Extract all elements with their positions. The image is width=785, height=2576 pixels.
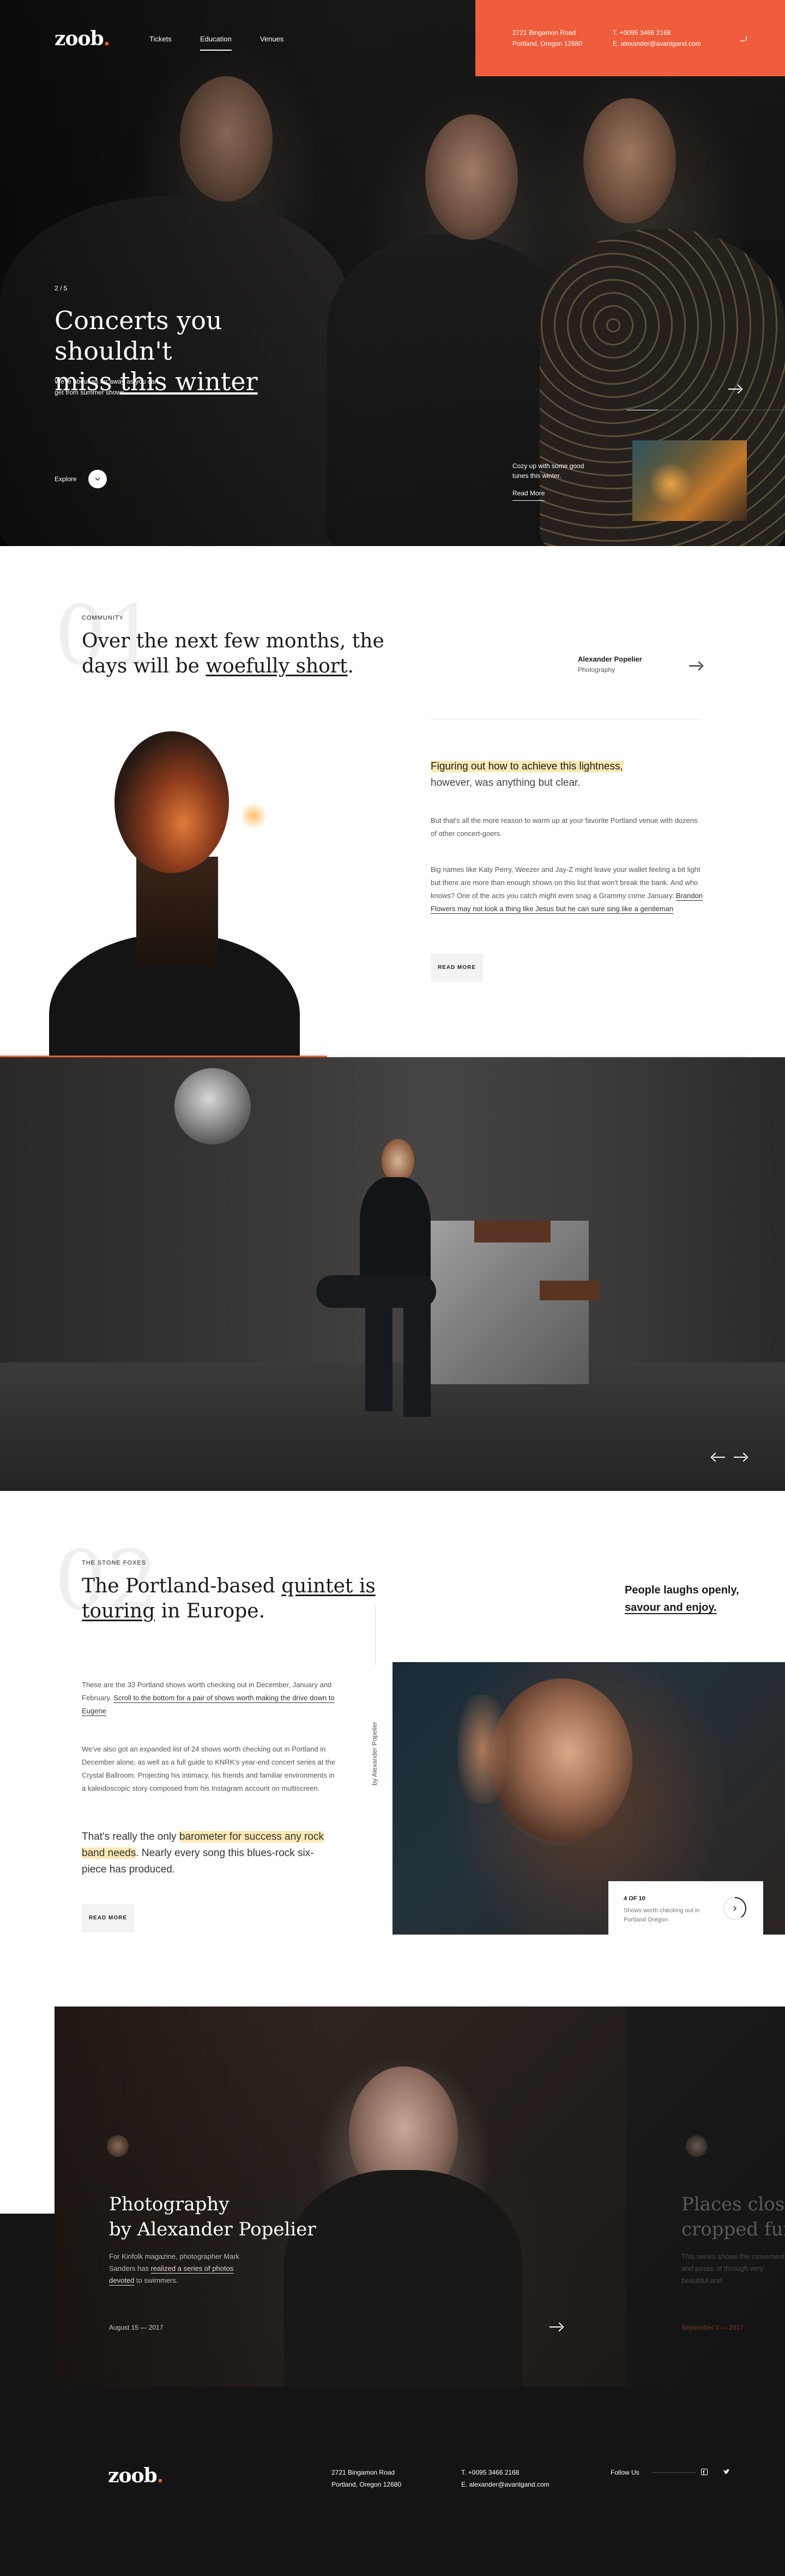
section-eyebrow: Community	[82, 615, 124, 621]
arrow-right-icon	[734, 1453, 748, 1462]
arrow-right-icon	[550, 2323, 564, 2331]
stone-paragraph-1: These are the 33 Portland shows worth ch…	[82, 1681, 335, 1715]
header-address-line1: 2721 Bingamon Road	[512, 29, 576, 37]
community-paragraph-2: Big names like Katy Perry, Weezer and Ja…	[431, 865, 703, 913]
footer: zoob. 2721 Bingamon Road Portland, Orego…	[0, 2387, 785, 2576]
hero-card-thumbnail[interactable]	[632, 440, 747, 521]
nav-venues[interactable]: Venues	[260, 35, 283, 43]
twitter-icon[interactable]	[723, 2468, 730, 2476]
smoker-portrait	[33, 726, 311, 1057]
divider	[431, 719, 701, 720]
footer-address-line2: Portland, Oregon 12680	[331, 2481, 402, 2488]
wooden-box-2	[540, 1281, 600, 1300]
stone-paragraph-2: We've also got an expanded list of 24 sh…	[82, 1745, 335, 1792]
pull-quote: People laughs openly, savour and enjoy.	[625, 1584, 739, 1614]
next-slide-date: September 3 — 2017	[681, 2324, 744, 2331]
arrow-right-icon	[728, 385, 742, 393]
chevron-down-icon	[88, 470, 107, 488]
next-slide-title: Places close cropped fun	[681, 2193, 785, 2240]
section-title: The Portland-based quintet is touring in…	[82, 1575, 376, 1622]
hero-slide-counter: 2 / 5	[55, 284, 68, 292]
header-email[interactable]: E. alexander@avantgand.com	[613, 38, 701, 49]
woman-photo-banner	[0, 1057, 785, 1491]
seated-woman	[283, 1139, 458, 1433]
community-paragraph-1: But that's all the more reason to warm u…	[431, 816, 698, 838]
header-address-line2: Portland, Oregon 12680	[512, 40, 583, 47]
community-section: 01 Community Over the next few months, t…	[0, 546, 747, 1057]
nav-tickets[interactable]: Tickets	[149, 35, 172, 43]
menu-icon[interactable]	[740, 34, 748, 41]
next-slide-description: This series shows the movements and pose…	[681, 2252, 785, 2284]
footer-logo[interactable]: zoob.	[108, 2464, 164, 2487]
footer-follow-label: Follow Us	[611, 2469, 639, 2476]
counter-card[interactable]: 4 OF 10 Shows worth checking out in Portl…	[608, 1881, 763, 1936]
explore-button[interactable]: Explore	[55, 470, 114, 488]
next-frame-avatar	[686, 2135, 708, 2157]
nav-education[interactable]: Education	[200, 35, 232, 51]
author-name: Alexander Popelier	[578, 655, 642, 663]
read-more-button[interactable]: Read More	[82, 1904, 134, 1932]
slide-date: August 15 — 2017	[109, 2324, 164, 2331]
footer-phone[interactable]: T. +0095 3466 2168	[461, 2466, 519, 2478]
stone-paragraph-link[interactable]: Scroll to the bottom for a pair of shows…	[82, 1694, 335, 1715]
facebook-icon[interactable]	[701, 2469, 708, 2475]
counter-progress-ring	[723, 1896, 747, 1920]
section-title: Over the next few months, the days will …	[82, 630, 384, 677]
read-more-button[interactable]: Read More	[431, 954, 483, 982]
stone-lead: That's really the only barometer for suc…	[82, 1831, 324, 1875]
footer-email[interactable]: E. alexander@avantgand.com	[461, 2478, 550, 2490]
studio-lamp	[174, 1068, 251, 1144]
slide-title: Photography by Alexander Popelier	[109, 2193, 316, 2240]
hero-card-read-more[interactable]: Read More	[512, 489, 545, 501]
community-lead: Figuring out how to achieve this lightne…	[431, 761, 623, 789]
arrow-left-icon	[711, 1453, 725, 1462]
photography-slider: Photography by Alexander Popelier For Kin…	[0, 2007, 785, 2387]
section-eyebrow: The Stone Foxes	[82, 1560, 147, 1566]
author-role: Photography	[578, 666, 615, 674]
footer-address-line1: 2721 Bingamon Road	[331, 2469, 395, 2476]
hero-section: zoob. Tickets Education Venues 2721 Bing…	[0, 0, 785, 546]
header-phone[interactable]: T. +0095 3466 2168	[613, 27, 671, 38]
wooden-box	[474, 1221, 551, 1242]
header-contact-box: 2721 Bingamon Road Portland, Oregon 1268…	[475, 0, 785, 76]
footer-follow-line	[652, 2472, 696, 2473]
logo[interactable]: zoob.	[55, 27, 110, 50]
hero-card-text: Cozy up with some good tunes this winter.	[512, 462, 584, 480]
hero-subtitle: We're about as far away as you can get fr…	[55, 378, 159, 396]
counter-label: 4 OF 10	[624, 1895, 645, 1902]
frame-avatar	[107, 2135, 129, 2157]
man-portrait	[283, 2061, 523, 2387]
arrow-right-icon	[689, 662, 703, 670]
counter-text: Shows worth checking out in Portland Oreg…	[624, 1907, 700, 1923]
slide-next-preview[interactable]: Places close cropped fun This series show…	[626, 2007, 785, 2387]
slide-main[interactable]: Photography by Alexander Popelier For Kin…	[55, 2007, 626, 2387]
slide-description: For Kinfolk magazine, photographer Mark …	[109, 2252, 240, 2284]
